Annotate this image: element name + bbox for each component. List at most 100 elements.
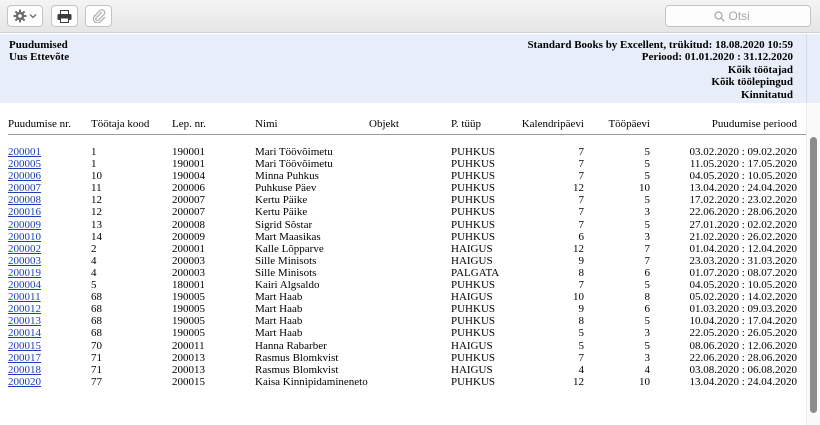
report-title: Puudumised: [9, 39, 68, 51]
absence-period: 05.02.2020 : 14.02.2020: [689, 291, 797, 304]
calendar-days: 7: [578, 170, 585, 183]
work-days: 7: [644, 242, 651, 255]
column-header-absence-type: P. tüüp: [451, 118, 481, 130]
header-divider: [8, 134, 806, 135]
report-title-block: Puudumised Uus Ettevõte: [9, 39, 69, 63]
table-row: 200012 68 190005 Mart Haab PUHKUS 9 6 01.03.202…: [0, 303, 806, 315]
printer-icon: [57, 9, 72, 23]
absence-link[interactable]: 200004: [8, 279, 41, 291]
employee-name: Kaisa Kinnipidamineneto: [255, 375, 368, 388]
absence-link[interactable]: 200007: [8, 182, 41, 194]
calendar-days: 6: [578, 230, 585, 243]
contract-nr: 200013: [172, 351, 205, 364]
table-row: 200002 2 200001 Kalle Lõpparve HAIGUS 12 7 01.0…: [0, 243, 806, 255]
employee-name: Rasmus Blomkvist: [255, 363, 339, 376]
table-row: 200014 68 190005 Mart Haab PUHKUS 5 3 22.05.202…: [0, 327, 806, 339]
absence-nr-link: 200014: [8, 327, 41, 339]
absence-link[interactable]: 200003: [8, 255, 41, 267]
absence-link[interactable]: 200016: [8, 206, 41, 218]
absence-type: PUHKUS: [451, 279, 496, 292]
employee-code: 71: [91, 363, 102, 376]
absence-link[interactable]: 200009: [8, 219, 41, 231]
absence-period: 22.05.2020 : 26.05.2020: [689, 327, 797, 340]
company-name: Uus Ettevõte: [9, 51, 70, 63]
employee-code: 1: [91, 158, 97, 171]
absence-nr-link: 200011: [8, 291, 41, 303]
absence-nr-link: 200004: [8, 279, 41, 291]
contract-nr: 200007: [172, 194, 205, 207]
absence-type: HAIGUS: [451, 339, 493, 352]
report-header: Puudumised Uus Ettevõte Standard Books b…: [0, 34, 806, 103]
absence-type: PUHKUS: [451, 170, 496, 183]
settings-menu-button[interactable]: [7, 5, 43, 27]
calendar-days: 10: [573, 291, 584, 304]
employee-code: 1: [91, 146, 97, 158]
absence-link[interactable]: 200015: [8, 340, 41, 352]
work-days: 5: [644, 170, 651, 183]
absence-type: PUHKUS: [451, 146, 496, 158]
table-row: 200007 11 200006 Puhkuse Päev PUHKUS 12 10 13.0…: [0, 182, 806, 194]
search-field[interactable]: [665, 5, 811, 27]
employee-code: 77: [91, 375, 102, 388]
calendar-days: 5: [578, 327, 585, 340]
absence-nr-link: 200017: [8, 352, 41, 364]
work-days: 3: [644, 230, 651, 243]
table-row: 200020 77 200015 Kaisa Kinnipidamineneto PUH…: [0, 376, 806, 388]
attach-button[interactable]: [85, 5, 112, 27]
table-row: 200006 10 190004 Minna Puhkus PUHKUS 7 5 04.05.…: [0, 170, 806, 182]
absence-type: HAIGUS: [451, 242, 493, 255]
print-button[interactable]: [51, 5, 78, 27]
absence-period: 13.04.2020 : 24.04.2020: [689, 375, 797, 388]
toolbar: [0, 0, 820, 33]
absence-table-body: 200001 1 190001 Mari Töövõimetu PUHKUS 7 5 03.0…: [0, 146, 806, 388]
employee-name: Rasmus Blomkvist: [255, 351, 339, 364]
absence-link[interactable]: 200018: [8, 364, 41, 376]
absence-link[interactable]: 200014: [8, 327, 41, 339]
calendar-days: 4: [578, 363, 585, 376]
contract-nr: 200003: [172, 266, 205, 279]
absence-link[interactable]: 200005: [8, 158, 41, 170]
employee-name: Mari Töövõimetu: [255, 158, 333, 171]
absence-link[interactable]: 200011: [8, 291, 41, 303]
absence-period: 10.04.2020 : 17.04.2020: [689, 315, 797, 328]
absence-link[interactable]: 200012: [8, 303, 41, 315]
absence-nr-link: 200013: [8, 315, 41, 327]
contract-nr: 190001: [172, 158, 205, 171]
absence-link[interactable]: 200008: [8, 194, 41, 206]
calendar-days: 9: [578, 303, 585, 316]
absence-period: 11.05.2020 : 17.05.2020: [689, 158, 797, 171]
contract-nr: 190005: [172, 327, 205, 340]
absence-link[interactable]: 200020: [8, 376, 41, 388]
absence-period: 22.06.2020 : 28.06.2020: [689, 351, 797, 364]
absence-period: 04.05.2020 : 10.05.2020: [689, 279, 797, 292]
calendar-days: 7: [578, 351, 585, 364]
absence-type: HAIGUS: [451, 291, 493, 304]
absence-nr-link: 200008: [8, 194, 41, 206]
employee-code: 68: [91, 291, 102, 304]
absence-link[interactable]: 200002: [8, 243, 41, 255]
calendar-days: 7: [578, 158, 585, 171]
table-row: 200016 12 200007 Kertu Päike PUHKUS 7 3 22.06.2…: [0, 206, 806, 218]
absence-nr-link: 200009: [8, 219, 41, 231]
absence-link[interactable]: 200013: [8, 315, 41, 327]
absence-period: 01.04.2020 : 12.04.2020: [689, 242, 797, 255]
employee-code: 14: [91, 230, 102, 243]
calendar-days: 7: [578, 206, 585, 219]
absence-link[interactable]: 200019: [8, 267, 41, 279]
table-row: 200013 68 190005 Mart Haab PUHKUS 8 5 10.04.202…: [0, 315, 806, 327]
calendar-days: 7: [578, 146, 585, 158]
absence-type: PUHKUS: [451, 158, 496, 171]
absence-period: 01.03.2020 : 09.03.2020: [689, 303, 797, 316]
absence-link[interactable]: 200006: [8, 170, 41, 182]
absence-type: HAIGUS: [451, 254, 493, 267]
scrollbar-thumb[interactable]: [810, 137, 817, 413]
absence-type: PUHKUS: [451, 194, 496, 207]
calendar-days: 7: [578, 218, 585, 231]
employee-name: Mart Haab: [255, 315, 303, 328]
absence-link[interactable]: 200017: [8, 352, 41, 364]
absence-link[interactable]: 200010: [8, 231, 41, 243]
absence-link[interactable]: 200001: [8, 146, 41, 158]
table-row: 200017 71 200013 Rasmus Blomkvist PUHKUS 7 3 22…: [0, 352, 806, 364]
absence-nr-link: 200010: [8, 231, 41, 243]
search-input[interactable]: [728, 9, 763, 23]
